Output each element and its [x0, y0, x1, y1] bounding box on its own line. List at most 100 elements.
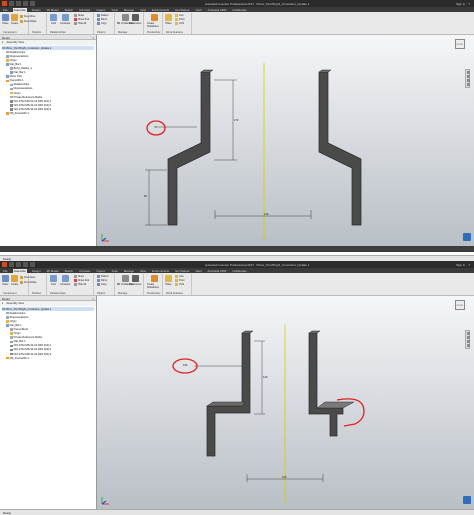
tab-autodesk-a360[interactable]: Autodesk A360	[207, 8, 228, 12]
tab-sketch[interactable]: Sketch	[64, 8, 75, 12]
orbit-icon[interactable]	[467, 340, 470, 343]
tab-3d-model[interactable]: 3D Model	[46, 8, 60, 12]
productivity-group-label[interactable]: Productivity	[147, 292, 160, 295]
manage-group-label[interactable]: Manage	[118, 31, 127, 34]
open-icon[interactable]	[16, 1, 21, 6]
joint-button[interactable]: Joint	[50, 275, 57, 286]
graphics-viewport[interactable]: 70 170 80 130 FRONT	[97, 35, 474, 246]
dimension-value[interactable]: 120	[282, 476, 286, 479]
save-icon[interactable]	[23, 262, 28, 267]
tab-3d-model[interactable]: 3D Model	[46, 269, 60, 273]
tab-assemble[interactable]: Assemble	[12, 268, 27, 273]
create-button[interactable]: Create	[11, 14, 18, 25]
autodesk-a360-icon[interactable]	[463, 233, 471, 241]
ucs-button[interactable]: UCS	[175, 22, 184, 25]
manage-group-label[interactable]: Manage	[118, 292, 127, 295]
pan-icon[interactable]	[467, 332, 470, 335]
dimension-value[interactable]: 100	[183, 364, 187, 367]
parameters-button[interactable]: Parameters	[129, 275, 141, 286]
look-at-icon[interactable]	[467, 83, 470, 86]
tab-design[interactable]: Design	[31, 269, 42, 273]
view-cube-icon[interactable]: FRONT	[455, 39, 465, 49]
show-sick-button[interactable]: Show Sick	[74, 18, 89, 21]
work-features-group-label[interactable]: Work Features	[166, 292, 183, 295]
axis-button[interactable]: Axis	[175, 275, 184, 278]
show-sick-button[interactable]: Show Sick	[74, 279, 89, 282]
inventor-logo-icon[interactable]	[2, 1, 7, 6]
axis-button[interactable]: Axis	[175, 14, 184, 17]
tab-inspect[interactable]: Inspect	[95, 269, 106, 273]
copy-button[interactable]: Copy	[97, 22, 107, 25]
tab-vault[interactable]: Vault	[194, 8, 202, 12]
tab-environments[interactable]: Environments	[151, 8, 170, 12]
component-group-label[interactable]: Component	[3, 292, 16, 295]
look-at-icon[interactable]	[467, 344, 470, 347]
tab-collaborate[interactable]: Collaborate	[231, 269, 247, 273]
undo-icon[interactable]	[30, 262, 35, 267]
tab-tools[interactable]: Tools	[110, 8, 119, 12]
new-icon[interactable]	[9, 262, 14, 267]
dimension-value[interactable]: 130	[264, 213, 268, 216]
dimension-value[interactable]: 80	[144, 195, 147, 198]
close-icon[interactable]: ×	[92, 297, 94, 301]
place-button[interactable]: Place	[2, 275, 9, 286]
tab-annotate[interactable]: Annotate	[78, 269, 91, 273]
new-icon[interactable]	[9, 1, 14, 6]
dimension-value[interactable]: 120	[263, 376, 267, 379]
zoom-icon[interactable]	[467, 75, 470, 78]
tab-get-started[interactable]: Get Started	[174, 269, 190, 273]
tab-design[interactable]: Design	[31, 8, 42, 12]
orbit-icon[interactable]	[467, 79, 470, 82]
point-button[interactable]: Point	[175, 279, 184, 282]
relationships-group-label[interactable]: Relationships	[50, 292, 66, 295]
tab-view[interactable]: View	[139, 8, 147, 12]
tab-manage[interactable]: Manage	[123, 269, 135, 273]
tree-item[interactable]: MS_Frame001:1	[2, 356, 94, 360]
pattern-group-label[interactable]: Pattern	[97, 31, 105, 34]
sign-in-link[interactable]: Sign In	[456, 2, 465, 6]
pattern-button[interactable]: Pattern	[97, 14, 109, 17]
hide-all-button[interactable]: Hide All	[74, 283, 86, 286]
tab-view[interactable]: View	[139, 269, 147, 273]
zoom-icon[interactable]	[467, 336, 470, 339]
tab-assemble[interactable]: Assemble	[12, 7, 27, 12]
navigation-bar-icon[interactable]	[465, 330, 470, 349]
filter-icon[interactable]: ▾	[2, 302, 3, 305]
tab-get-started[interactable]: Get Started	[174, 8, 190, 12]
close-icon[interactable]: ×	[92, 36, 94, 40]
plane-button[interactable]: Plane	[165, 275, 172, 286]
help-icon[interactable]: ?	[468, 263, 470, 267]
plane-button[interactable]: Plane	[165, 14, 172, 25]
autodesk-a360-icon[interactable]	[463, 496, 471, 504]
tab-file[interactable]: File	[2, 269, 9, 273]
pan-icon[interactable]	[467, 71, 470, 74]
sign-in-link[interactable]: Sign In	[456, 263, 465, 267]
navigation-bar-icon[interactable]	[465, 69, 470, 88]
create-substitutes-button[interactable]: Create Substitutes	[147, 275, 162, 289]
position-group-label[interactable]: Position	[32, 31, 41, 34]
component-group-label[interactable]: Component	[3, 31, 16, 34]
inventor-logo-icon[interactable]	[2, 262, 7, 267]
tab-annotate[interactable]: Annotate	[78, 8, 91, 12]
tab-sketch[interactable]: Sketch	[64, 269, 75, 273]
tab-environments[interactable]: Environments	[151, 269, 170, 273]
constrain-button[interactable]: Constrain	[60, 14, 70, 25]
tab-vault[interactable]: Vault	[194, 269, 202, 273]
hide-all-button[interactable]: Hide All	[74, 22, 86, 25]
joint-button[interactable]: Joint	[50, 14, 57, 25]
create-substitutes-button[interactable]: Create Substitutes	[147, 14, 162, 28]
tab-collaborate[interactable]: Collaborate	[231, 8, 247, 12]
show-button[interactable]: Show	[74, 14, 84, 17]
tab-autodesk-a360[interactable]: Autodesk A360	[207, 269, 228, 273]
relationships-group-label[interactable]: Relationships	[50, 31, 66, 34]
copy-button[interactable]: Copy	[97, 283, 107, 286]
open-icon[interactable]	[16, 262, 21, 267]
help-icon[interactable]: ?	[468, 2, 470, 6]
tab-manage[interactable]: Manage	[123, 8, 135, 12]
position-group-label[interactable]: Position	[32, 292, 41, 295]
tab-inspect[interactable]: Inspect	[95, 8, 106, 12]
mirror-button[interactable]: Mirror	[97, 18, 107, 21]
point-button[interactable]: Point	[175, 18, 184, 21]
place-button[interactable]: Place	[2, 14, 9, 25]
pattern-button[interactable]: Pattern	[97, 275, 109, 278]
